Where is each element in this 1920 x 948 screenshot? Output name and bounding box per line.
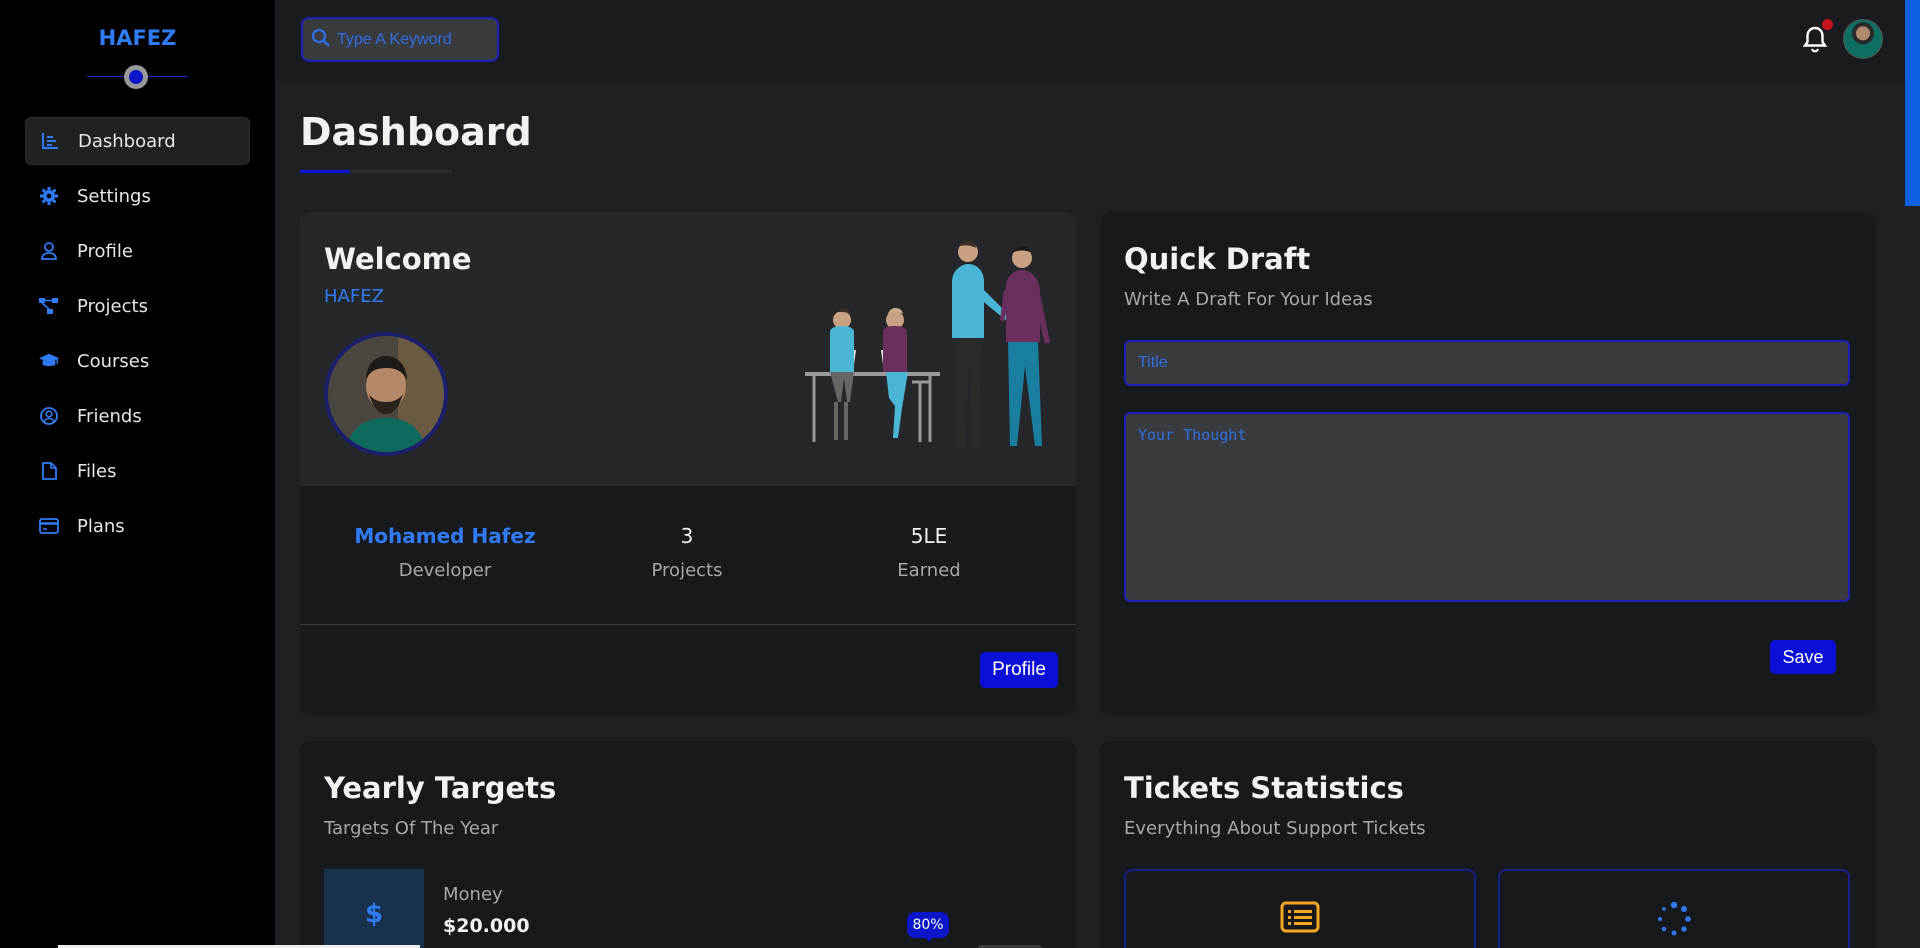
page-title: Dashboard xyxy=(300,110,532,154)
credit-card-icon xyxy=(39,516,59,536)
sidebar-item-dashboard[interactable]: Dashboard xyxy=(25,117,250,165)
welcome-title: Welcome xyxy=(324,242,472,276)
progress-badge: 80% xyxy=(907,912,949,942)
card-title: Yearly Targets xyxy=(324,771,557,805)
user-icon xyxy=(39,241,59,261)
quick-draft-card: Quick Draft Write A Draft For Your Ideas… xyxy=(1100,212,1876,716)
dollar-icon: $ xyxy=(364,899,384,929)
welcome-card: Welcome HAFEZ Mohamed Hafez Developer 3 … xyxy=(300,212,1076,716)
sidebar-item-label: Courses xyxy=(77,350,150,372)
save-button[interactable]: Save xyxy=(1770,640,1836,674)
sidebar-item-label: Settings xyxy=(77,185,151,207)
sidebar-item-projects[interactable]: Projects xyxy=(25,282,250,330)
sidebar-item-files[interactable]: Files xyxy=(25,447,250,495)
stat-value: 5LE xyxy=(910,524,948,548)
list-icon xyxy=(1280,901,1320,948)
card-subtitle: Targets Of The Year xyxy=(324,818,499,839)
card-subtitle: Everything About Support Tickets xyxy=(1124,818,1426,839)
card-title: Tickets Statistics xyxy=(1124,771,1404,805)
divider xyxy=(300,624,1076,625)
sidebar-item-plans[interactable]: Plans xyxy=(25,502,250,550)
sidebar-item-friends[interactable]: Friends xyxy=(25,392,250,440)
welcome-username: HAFEZ xyxy=(324,286,384,307)
stat-value: Mohamed Hafez xyxy=(354,524,536,548)
search-box[interactable] xyxy=(301,17,499,62)
stat-value: 3 xyxy=(680,524,694,548)
target-amount: $20.000 xyxy=(443,915,530,937)
user-avatar[interactable] xyxy=(1843,19,1883,59)
top-bar xyxy=(275,0,1905,82)
file-icon xyxy=(39,461,59,481)
brand-logo-text: HAFEZ xyxy=(98,26,177,50)
brand-dot-icon xyxy=(124,65,148,89)
stat-projects: 3 Projects xyxy=(567,522,807,581)
stat-name: Mohamed Hafez Developer xyxy=(325,522,565,581)
sidebar-item-label: Dashboard xyxy=(78,130,176,152)
tickets-statistics-card: Tickets Statistics Everything About Supp… xyxy=(1100,741,1876,948)
user-circle-icon xyxy=(39,406,59,426)
page-title-underline xyxy=(300,170,452,173)
sidebar-item-label: Profile xyxy=(77,240,133,262)
team-illustration xyxy=(800,232,1070,472)
sidebar-item-courses[interactable]: Courses xyxy=(25,337,250,385)
gear-icon xyxy=(39,186,59,206)
graduation-cap-icon xyxy=(39,351,59,371)
sidebar: HAFEZ Dashboard Settings Profile Project… xyxy=(0,0,275,948)
draft-title-input[interactable] xyxy=(1124,340,1850,386)
stat-label: Developer xyxy=(398,560,492,581)
stat-earned: 5LE Earned xyxy=(809,522,1049,581)
notification-dot xyxy=(1822,19,1833,30)
card-subtitle: Write A Draft For Your Ideas xyxy=(1124,289,1373,310)
sidebar-item-label: Friends xyxy=(77,405,142,427)
chart-icon xyxy=(40,131,60,151)
ticket-stat-box xyxy=(1124,869,1476,948)
card-title: Quick Draft xyxy=(1124,242,1311,276)
profile-avatar xyxy=(324,332,448,456)
spinner-icon xyxy=(1656,901,1692,948)
sidebar-item-label: Projects xyxy=(77,295,148,317)
sidebar-item-label: Files xyxy=(77,460,117,482)
welcome-header: Welcome HAFEZ xyxy=(300,212,1076,486)
target-name: Money xyxy=(443,884,503,905)
welcome-stats: Mohamed Hafez Developer 3 Projects 5LE E… xyxy=(300,522,1076,612)
sidebar-nav: Dashboard Settings Profile Projects Cour… xyxy=(25,117,250,557)
search-input[interactable] xyxy=(337,30,487,49)
scrollbar-thumb[interactable] xyxy=(1905,0,1920,206)
search-icon xyxy=(311,28,331,52)
ticket-stat-box xyxy=(1498,869,1850,948)
yearly-targets-card: Yearly Targets Targets Of The Year $ Mon… xyxy=(300,741,1076,948)
target-icon-box: $ xyxy=(324,869,424,948)
profile-button[interactable]: Profile xyxy=(980,652,1058,688)
sidebar-item-settings[interactable]: Settings xyxy=(25,172,250,220)
sidebar-item-label: Plans xyxy=(77,515,125,537)
stat-label: Earned xyxy=(897,560,961,581)
draft-thought-textarea[interactable] xyxy=(1124,412,1850,602)
sidebar-item-profile[interactable]: Profile xyxy=(25,227,250,275)
stat-label: Projects xyxy=(651,560,723,581)
diagram-icon xyxy=(39,296,59,316)
